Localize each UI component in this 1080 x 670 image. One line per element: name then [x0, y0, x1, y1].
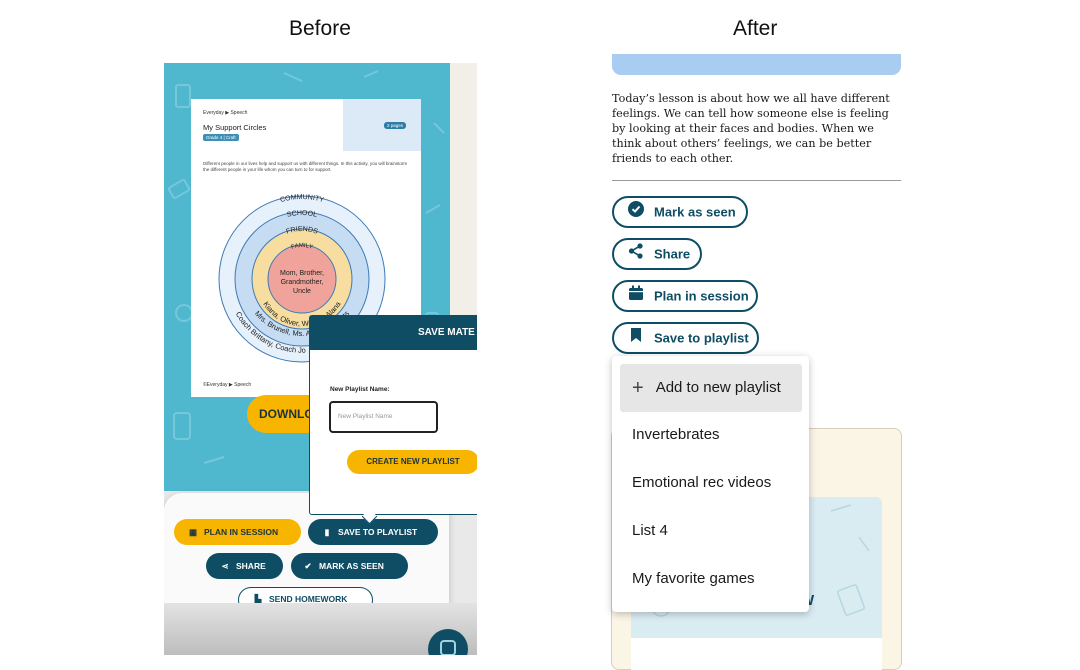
share-icon: ⋖ [221, 561, 229, 571]
brand-logo: Everyday ▶ Speech [203, 110, 248, 116]
pages-badge: 2 pages [384, 122, 407, 129]
worksheet-title: My Support Circles [203, 123, 267, 132]
calendar-icon: ▦ [188, 527, 198, 537]
share-button[interactable]: Share [612, 238, 702, 270]
playlist-name-label: New Playlist Name: [330, 386, 390, 393]
plus-icon: + [632, 377, 644, 399]
add-to-new-playlist-item[interactable]: + Add to new playlist [620, 364, 802, 412]
share-button[interactable]: ⋖ SHARE [206, 553, 283, 579]
before-heading: Before [289, 17, 351, 40]
playlist-item[interactable]: List 4 [612, 507, 809, 555]
worksheet-description: Different people in our lives help and s… [203, 161, 408, 172]
save-to-playlist-button[interactable]: Save to playlist [612, 322, 759, 354]
playlist-name-input[interactable]: New Playlist Name [329, 401, 438, 433]
bookmark-icon: ▮ [324, 527, 330, 537]
share-icon [628, 241, 646, 269]
grade-badge: Grade 4 | Craft [203, 134, 239, 141]
playlist-item[interactable]: My favorite games [612, 555, 809, 603]
save-material-popup: SAVE MATE New Playlist Name: New Playlis… [309, 315, 477, 515]
playlist-item[interactable]: Invertebrates [612, 411, 809, 459]
check-circle-icon [628, 199, 646, 227]
preview-footer [631, 638, 882, 670]
playlist-dropdown: + Add to new playlist Invertebrates Emoti… [612, 356, 809, 612]
brand-footer: ©Everyday ▶ Speech [203, 382, 252, 388]
family-members-line1: Mom, Brother, [280, 270, 324, 277]
after-heading: After [733, 17, 778, 40]
popup-header: SAVE MATE [310, 316, 477, 350]
playlist-item[interactable]: Emotional rec videos [612, 459, 809, 507]
bookmark-icon [628, 325, 646, 353]
create-new-playlist-button[interactable]: CREATE NEW PLAYLIST [347, 450, 477, 474]
calendar-icon [628, 283, 646, 311]
lesson-description: Today’s lesson is about how we all have … [612, 92, 890, 165]
before-screenshot: Everyday ▶ Speech My Support Circles Gra… [164, 63, 477, 655]
check-circle-icon: ✔ [304, 561, 312, 571]
save-to-playlist-button[interactable]: ▮ SAVE TO PLAYLIST [308, 519, 438, 545]
plan-in-session-button[interactable]: Plan in session [612, 280, 758, 312]
divider [612, 180, 901, 181]
video-banner [612, 54, 901, 75]
mark-as-seen-button[interactable]: ✔ MARK AS SEEN [291, 553, 408, 579]
plan-in-session-button[interactable]: ▦ PLAN IN SESSION [174, 519, 301, 545]
family-members-line3: Uncle [293, 288, 311, 295]
mark-as-seen-button[interactable]: Mark as seen [612, 196, 748, 228]
building-illustration [343, 99, 421, 151]
family-members-line2: Grandmother, [281, 279, 324, 286]
chat-icon [440, 640, 456, 655]
